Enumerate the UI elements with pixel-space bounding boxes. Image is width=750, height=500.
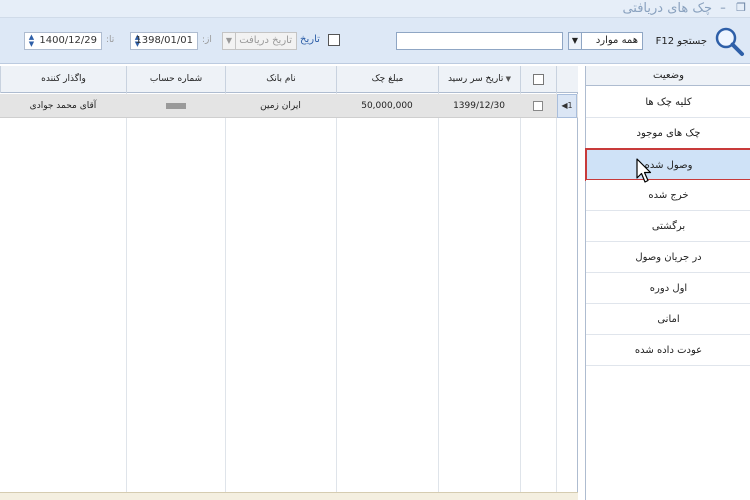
toolbar: جستجو F12 ▼ همه موارد تاریخ ▼ تاریخ دریا…	[0, 18, 750, 64]
window-title: چک های دریافتی	[622, 1, 712, 16]
from-date-value: 1398/01/01	[135, 35, 193, 46]
cell-amount: 50,000,000	[361, 101, 413, 111]
column-divider	[336, 93, 337, 500]
cell-due-date: 1399/12/30	[453, 101, 505, 111]
minimize-icon[interactable]: –	[716, 1, 730, 15]
status-item-returned[interactable]: برگشتی	[586, 211, 750, 242]
date-filter-label: تاریخ	[300, 34, 320, 45]
column-header-assignor[interactable]: واگذار کننده	[0, 66, 126, 93]
column-divider	[520, 93, 521, 500]
column-header-indicator	[556, 66, 578, 93]
column-divider	[438, 93, 439, 500]
select-all-checkbox[interactable]	[533, 74, 544, 85]
chevron-down-icon[interactable]: ▼	[569, 33, 582, 49]
to-date-value: 1400/12/29	[39, 35, 97, 46]
from-date-field[interactable]: ▲ ▼ 1398/01/01	[130, 32, 198, 50]
checks-grid: واگذار کننده شماره حساب نام بانک مبلغ چک…	[0, 66, 578, 500]
title-bar: چک های دریافتی – ❐	[0, 0, 750, 18]
column-header-due-date-label: تاریخ سر رسید	[447, 74, 504, 84]
to-date-field[interactable]: ▲ ▼ 1400/12/29	[24, 32, 102, 50]
status-item-collected[interactable]: وصول شده	[585, 148, 750, 181]
table-row[interactable]: آقای محمد جوادی ایران زمین 50,000,000 13…	[0, 94, 578, 118]
column-header-due-date[interactable]: ▼ تاریخ سر رسید	[438, 66, 520, 93]
status-item-deposit[interactable]: امانی	[586, 304, 750, 335]
status-item-in-collection[interactable]: در جریان وصول	[586, 242, 750, 273]
column-header-amount[interactable]: مبلغ چک	[336, 66, 438, 93]
masked-account-value	[165, 102, 186, 109]
status-item-refunded[interactable]: عودت داده شده	[586, 335, 750, 366]
search-label: جستجو F12	[655, 36, 707, 47]
grid-footer	[0, 492, 578, 500]
search-icon[interactable]	[713, 26, 745, 58]
chevron-down-icon[interactable]: ▼	[223, 33, 236, 49]
spinner-icon[interactable]: ▲ ▼	[26, 34, 37, 48]
status-panel-header: وضعیت	[586, 66, 750, 86]
column-divider	[126, 93, 127, 500]
column-divider	[225, 93, 226, 500]
status-item-spent[interactable]: خرج شده	[586, 180, 750, 211]
column-header-account[interactable]: شماره حساب	[126, 66, 225, 93]
column-divider	[556, 93, 557, 500]
mouse-cursor-icon	[636, 158, 652, 183]
to-label: تا:	[106, 35, 115, 45]
row-number: 1	[567, 101, 573, 110]
column-header-bank[interactable]: نام بانک	[225, 66, 336, 93]
from-label: از:	[202, 35, 212, 45]
status-item-available[interactable]: چک های موجود	[586, 118, 750, 149]
status-panel: وضعیت کلیه چک ها چک های موجود وصول شده خ…	[585, 66, 750, 500]
status-item-opening[interactable]: اول دوره	[586, 273, 750, 304]
row-indicator[interactable]: ◀1	[557, 94, 577, 118]
cell-account	[126, 94, 225, 118]
date-filter-checkbox[interactable]	[328, 34, 340, 46]
search-scope-value: همه موارد	[595, 35, 638, 46]
search-scope-select[interactable]: ▼ همه موارد	[568, 32, 643, 50]
search-input[interactable]	[396, 32, 563, 50]
grid-header: واگذار کننده شماره حساب نام بانک مبلغ چک…	[0, 66, 578, 93]
cell-bank: ایران زمین	[260, 101, 301, 111]
sort-arrow-icon: ▼	[503, 75, 512, 83]
column-header-select	[520, 66, 556, 93]
cell-assignor: آقای محمد جوادی	[29, 101, 97, 111]
date-type-value: تاریخ دریافت	[239, 35, 292, 46]
status-item-all[interactable]: کلیه چک ها	[586, 87, 750, 118]
row-checkbox[interactable]	[533, 101, 543, 111]
date-type-select[interactable]: ▼ تاریخ دریافت	[222, 32, 297, 50]
restore-icon[interactable]: ❐	[734, 1, 748, 15]
